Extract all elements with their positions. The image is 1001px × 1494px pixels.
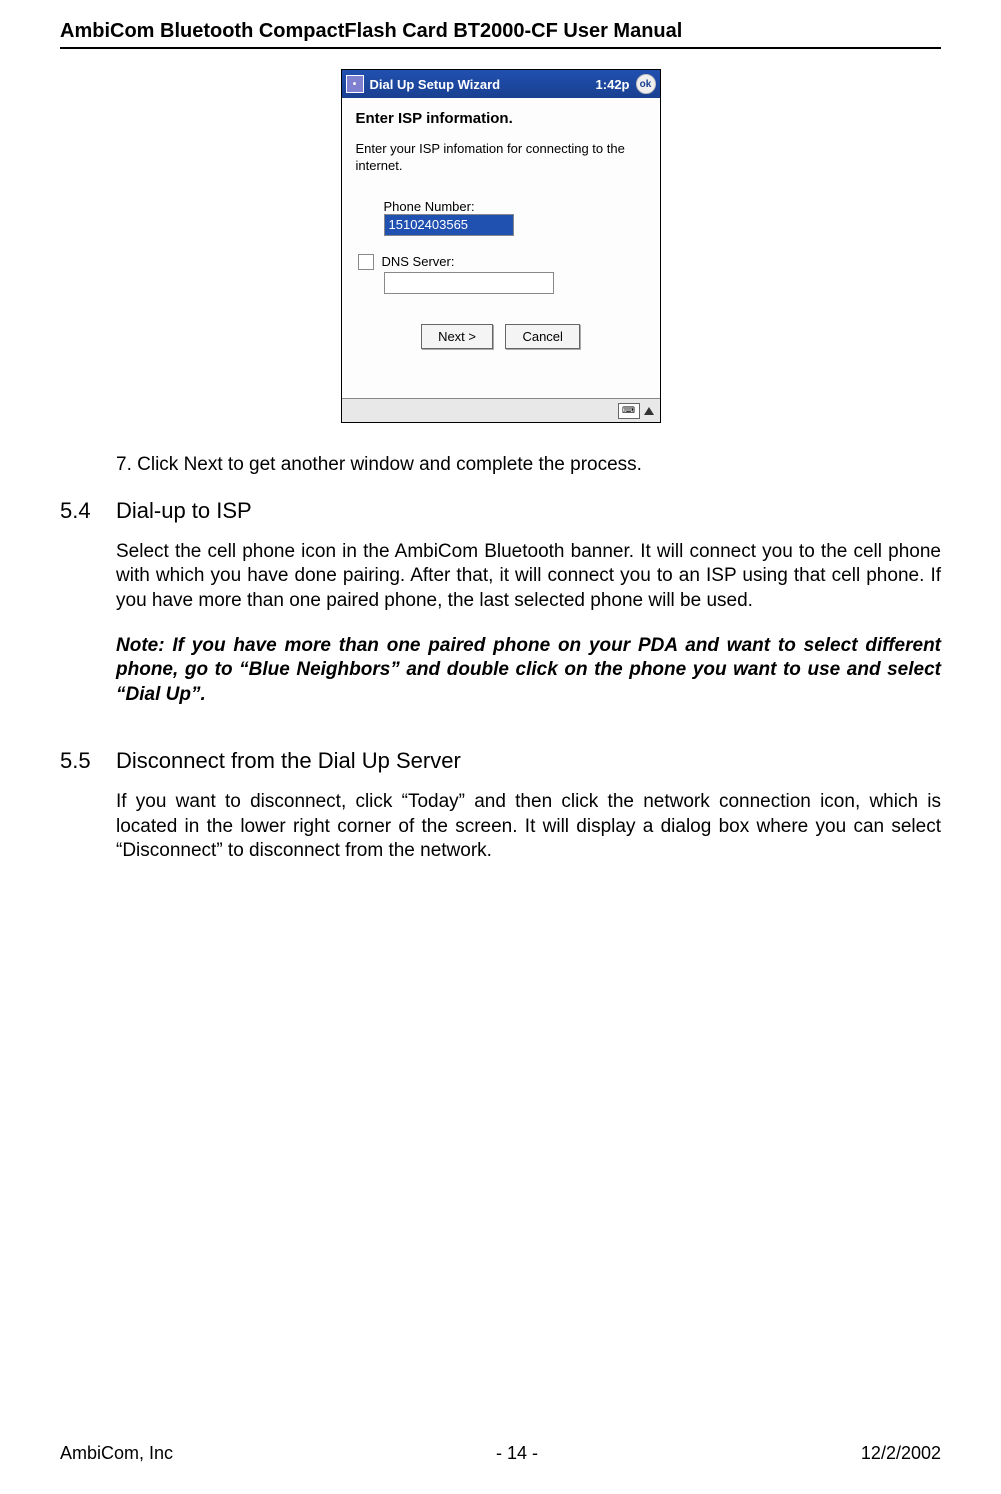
section-5-5-body: If you want to disconnect, click “Today”… bbox=[116, 790, 941, 864]
page-footer: AmbiCom, Inc - 14 - 12/2/2002 bbox=[60, 1443, 941, 1464]
section-5-5-title: Disconnect from the Dial Up Server bbox=[116, 748, 461, 774]
next-button[interactable]: Next > bbox=[421, 324, 493, 349]
document-title: AmbiCom Bluetooth CompactFlash Card BT20… bbox=[60, 20, 941, 43]
section-5-4-title: Dial-up to ISP bbox=[116, 498, 252, 524]
up-arrow-icon[interactable] bbox=[644, 407, 654, 415]
title-divider bbox=[60, 47, 941, 49]
window-footer: ⌨ bbox=[342, 398, 660, 422]
dns-checkbox[interactable] bbox=[358, 254, 374, 270]
keyboard-icon[interactable]: ⌨ bbox=[618, 403, 640, 419]
section-5-4-number: 5.4 bbox=[60, 498, 116, 524]
dns-input[interactable] bbox=[384, 272, 554, 294]
footer-page-number: - 14 - bbox=[496, 1443, 538, 1464]
wizard-subtext: Enter your ISP infomation for connecting… bbox=[356, 141, 646, 175]
ok-button[interactable]: ok bbox=[636, 74, 656, 94]
phone-label: Phone Number: bbox=[384, 199, 646, 214]
dns-label: DNS Server: bbox=[382, 254, 455, 269]
footer-company: AmbiCom, Inc bbox=[60, 1443, 173, 1464]
clock: 1:42p bbox=[596, 77, 630, 92]
window-titlebar: • Dial Up Setup Wizard 1:42p ok bbox=[342, 70, 660, 98]
section-5-4-heading: 5.4 Dial-up to ISP bbox=[60, 498, 941, 524]
wizard-body: Enter ISP information. Enter your ISP in… bbox=[342, 98, 660, 398]
wizard-heading: Enter ISP information. bbox=[356, 110, 646, 127]
section-5-5-heading: 5.5 Disconnect from the Dial Up Server bbox=[60, 748, 941, 774]
phone-input[interactable]: 15102403565 bbox=[384, 214, 514, 236]
app-icon: • bbox=[346, 75, 364, 93]
section-5-4-body: Select the cell phone icon in the AmbiCo… bbox=[116, 540, 941, 614]
section-5-4-note: Note: If you have more than one paired p… bbox=[116, 634, 941, 708]
pda-screenshot: • Dial Up Setup Wizard 1:42p ok Enter IS… bbox=[60, 69, 941, 423]
section-5-5-number: 5.5 bbox=[60, 748, 116, 774]
dial-up-wizard-window: • Dial Up Setup Wizard 1:42p ok Enter IS… bbox=[341, 69, 661, 423]
cancel-button[interactable]: Cancel bbox=[505, 324, 579, 349]
footer-date: 12/2/2002 bbox=[861, 1443, 941, 1464]
window-title: Dial Up Setup Wizard bbox=[370, 77, 501, 92]
step-7-text: 7. Click Next to get another window and … bbox=[116, 453, 941, 478]
